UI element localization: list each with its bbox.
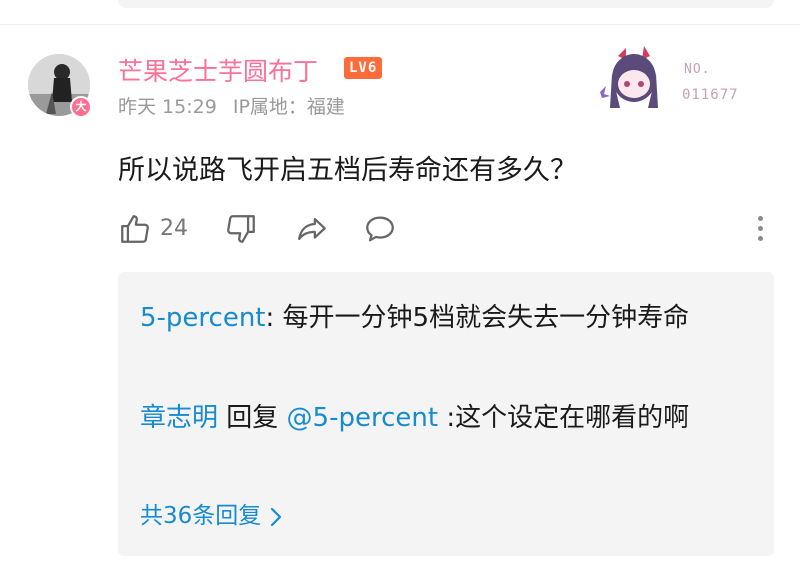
reply-item[interactable]: 章志明 回复 @5-percent :这个设定在哪看的啊 — [140, 396, 740, 440]
reply-preview-box[interactable]: 5-percent: 每开一分钟5档就会失去一分钟寿命 章志明 回复 @5-pe… — [118, 272, 774, 556]
fan-badge-number: 011677 — [682, 87, 739, 103]
reply-separator: : — [265, 303, 283, 333]
comment-meta: 昨天 15:29 IP属地：福建 — [118, 92, 355, 119]
more-icon — [748, 216, 772, 241]
level-badge: LV6 — [344, 57, 383, 79]
divider — [0, 24, 800, 25]
chevron-right-icon — [271, 507, 282, 526]
reply-text: :这个设定在哪看的啊 — [438, 403, 690, 433]
reply-icon — [366, 216, 394, 242]
username[interactable]: 芒果芝士芋圆布丁 — [118, 52, 318, 88]
avatar-badge: 大 — [70, 96, 92, 118]
reply-item[interactable]: 5-percent: 每开一分钟5档就会失去一分钟寿命 — [140, 296, 740, 340]
dislike-button[interactable] — [224, 212, 258, 250]
reply-username[interactable]: 5-percent — [140, 303, 266, 333]
more-button[interactable] — [748, 213, 772, 249]
share-button[interactable] — [294, 212, 330, 250]
previous-card-edge — [118, 0, 774, 8]
comment-text: 所以说路飞开启五档后寿命还有多久？ — [118, 155, 577, 186]
reply-word: 回复 — [218, 403, 287, 433]
share-icon — [298, 217, 326, 241]
like-button[interactable] — [118, 212, 152, 250]
dislike-icon — [227, 215, 255, 243]
fan-badge-image — [596, 44, 776, 114]
reply-username[interactable]: 章志明 — [140, 403, 218, 433]
like-icon — [121, 215, 149, 243]
reply-count-label: 共36条回复 — [140, 503, 262, 529]
view-all-replies-link[interactable]: 共36条回复 — [140, 496, 283, 530]
reply-mention[interactable]: @5-percent — [287, 403, 439, 433]
ip-location: IP属地：福建 — [232, 96, 345, 118]
like-count: 24 — [160, 216, 188, 241]
comment-time: 昨天 15:29 — [118, 96, 217, 118]
reply-button[interactable] — [362, 212, 398, 250]
reply-text: 每开一分钟5档就会失去一分钟寿命 — [282, 303, 690, 333]
fan-badge-label: NO. — [684, 62, 711, 77]
